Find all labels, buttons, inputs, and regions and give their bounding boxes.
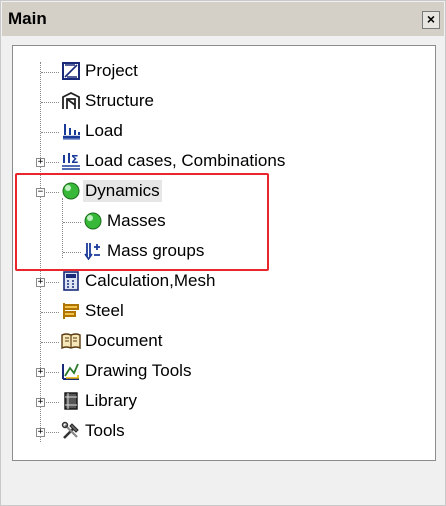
tree-item-project[interactable]: Project (13, 60, 313, 88)
tree-item-label: Load (85, 121, 123, 140)
expand-toggle[interactable]: + (36, 398, 45, 407)
tree-item-label: Structure (85, 91, 154, 110)
tree-item-tools[interactable]: + Tools (13, 420, 313, 448)
tree-item-label: Document (85, 331, 163, 350)
highlight-frame (15, 173, 269, 271)
tree-item-document[interactable]: Document (13, 330, 313, 358)
tree-item-steel[interactable]: Steel (13, 300, 313, 328)
drawing-tools-icon (62, 363, 79, 380)
close-button[interactable]: × (422, 11, 440, 29)
expand-toggle[interactable]: + (36, 368, 45, 377)
panel-titlebar: Main × (2, 2, 444, 36)
expand-toggle[interactable]: + (36, 278, 45, 287)
expand-toggle[interactable]: + (36, 158, 45, 167)
main-panel: Main × Project Structure Load + Σ Load c… (0, 0, 446, 506)
tree-item-label: Drawing Tools (85, 361, 192, 380)
tree-item-label: Project (85, 61, 138, 80)
tree-item-library[interactable]: + Library (13, 390, 313, 418)
library-icon (64, 392, 78, 410)
tree-item-load[interactable]: Load (13, 120, 313, 148)
project-icon (62, 62, 80, 80)
tree-item-label: Library (85, 391, 137, 410)
tree-item-label: Tools (85, 421, 125, 440)
expand-toggle[interactable]: + (36, 428, 45, 437)
document-icon (61, 333, 81, 350)
tree-item-label: Calculation,Mesh (85, 271, 216, 290)
svg-text:Σ: Σ (71, 153, 79, 166)
tree-item-label: Load cases, Combinations (85, 151, 286, 170)
tree-item-structure[interactable]: Structure (13, 90, 313, 118)
steel-icon (63, 303, 79, 319)
tree-item-drawing-tools[interactable]: + Drawing Tools (13, 360, 313, 388)
load-cases-icon: Σ (62, 153, 80, 170)
panel-title: Main (8, 9, 47, 28)
structure-icon (62, 91, 80, 109)
tree-item-calculation-mesh[interactable]: + Calculation,Mesh (13, 270, 313, 298)
calculation-icon (63, 271, 79, 291)
tree-item-label: Steel (85, 301, 124, 320)
tools-icon (61, 421, 79, 439)
load-icon (63, 124, 80, 140)
